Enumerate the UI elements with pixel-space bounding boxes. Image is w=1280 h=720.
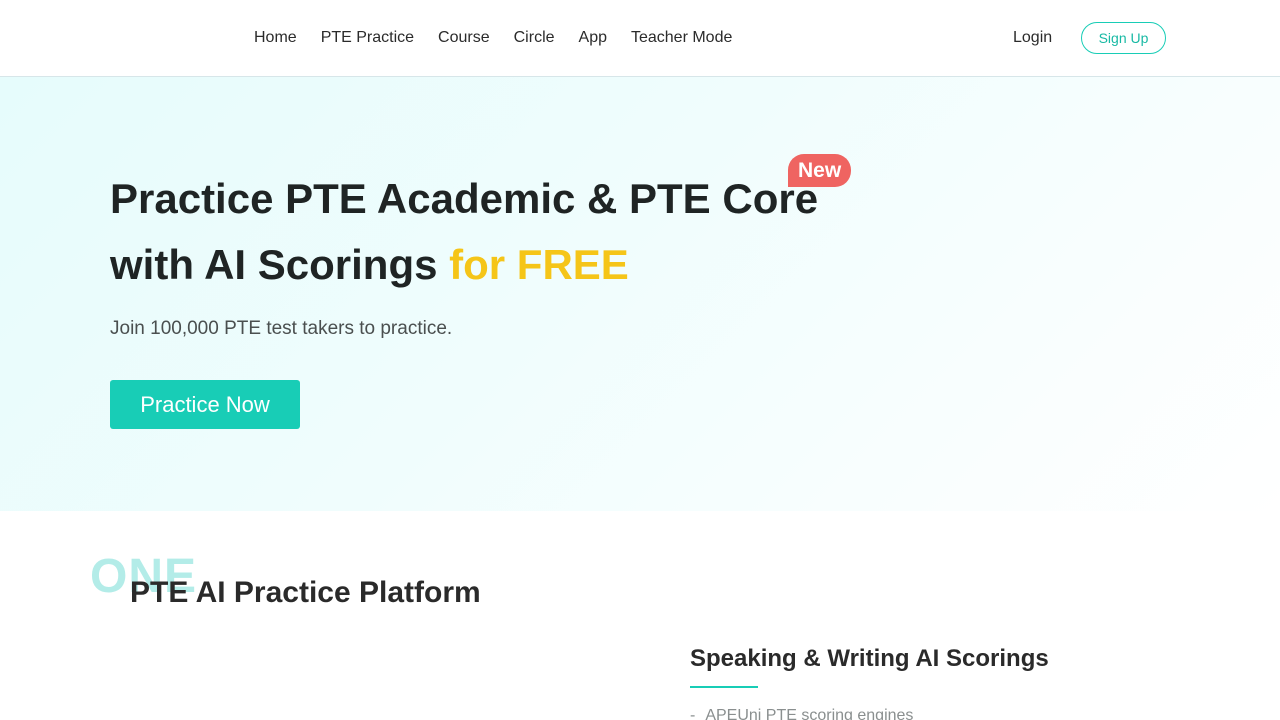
nav-circle-link[interactable]: Circle bbox=[514, 28, 555, 48]
hero-title-line1: Practice PTE Academic & PTE Core bbox=[110, 175, 819, 222]
nav-home-link[interactable]: Home bbox=[254, 28, 297, 48]
nav-teacher-mode-link[interactable]: Teacher Mode bbox=[631, 28, 732, 48]
hero-subtitle: Join 100,000 PTE test takers to practice… bbox=[110, 318, 453, 339]
feature-title: Speaking & Writing AI Scorings bbox=[690, 645, 1049, 672]
practice-now-button[interactable]: Practice Now bbox=[110, 380, 300, 429]
feature-item-dash: - bbox=[690, 707, 696, 720]
hero-title-accent: for FREE bbox=[449, 241, 629, 288]
nav-course-link[interactable]: Course bbox=[438, 28, 490, 48]
hero-title-line2: with AI Scorings bbox=[110, 241, 450, 288]
sign-up-button[interactable]: Sign Up bbox=[1081, 22, 1166, 54]
hero-section: Practice PTE Academic & PTE Core with AI… bbox=[0, 77, 1280, 511]
feature-title-underline bbox=[690, 686, 758, 688]
login-link[interactable]: Login bbox=[1013, 28, 1052, 48]
hero-title: Practice PTE Academic & PTE Core with AI… bbox=[110, 166, 870, 298]
nav-app-link[interactable]: App bbox=[579, 28, 607, 48]
top-navigation-bar: Home PTE Practice Course Circle App Teac… bbox=[0, 0, 1280, 77]
section-title: PTE AI Practice Platform bbox=[130, 576, 481, 609]
new-badge: New bbox=[788, 154, 852, 187]
platform-section: ONE PTE AI Practice Platform Speaking & … bbox=[0, 511, 1280, 720]
main-nav: Home PTE Practice Course Circle App Teac… bbox=[254, 0, 732, 76]
nav-pte-practice-link[interactable]: PTE Practice bbox=[321, 28, 414, 48]
feature-item-text: APEUni PTE scoring engines bbox=[705, 707, 914, 720]
feature-list-item: - APEUni PTE scoring engines bbox=[690, 706, 913, 720]
